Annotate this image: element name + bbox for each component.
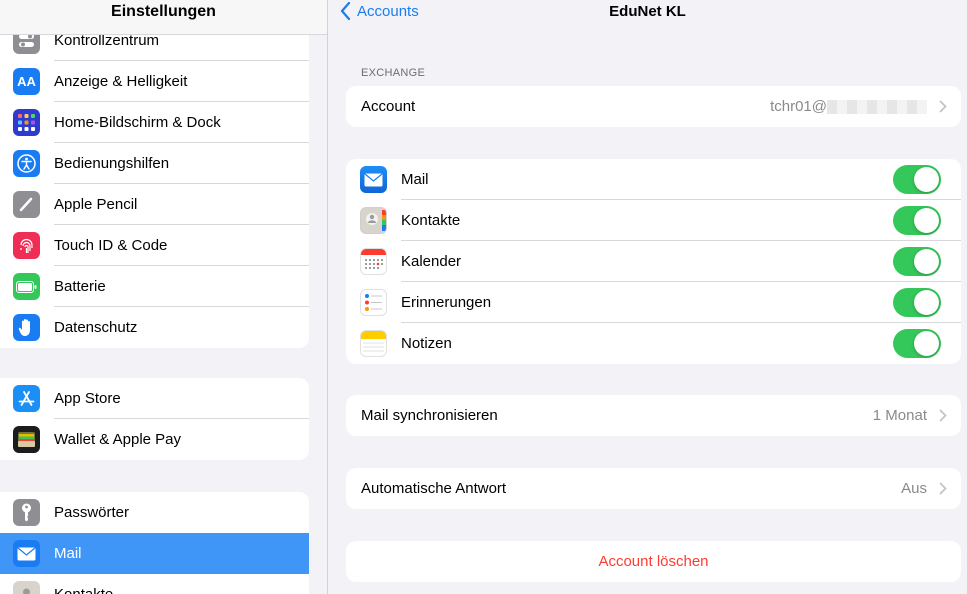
pencil-icon [13,191,40,218]
sidebar-item-label: Kontakte [54,574,113,594]
reminders-app-icon [360,289,387,316]
sidebar-item-label: Passwörter [54,504,130,521]
sidebar-item-wallet[interactable]: Wallet & Apple Pay [0,419,309,460]
accessibility-icon [13,150,40,177]
sidebar-item-label: Anzeige & Helligkeit [54,73,188,90]
fingerprint-icon [13,232,40,259]
delete-account-card: Account löschen [346,541,961,582]
sidebar-item-kontakte[interactable]: Kontakte [0,574,309,594]
app-label: Kontakte [401,212,461,229]
contacts-app-icon [360,207,387,234]
mail-app-icon [360,166,387,193]
sidebar-group-apps: Passwörter Mail Kontakte [0,492,309,594]
mail-toggle[interactable] [893,165,941,194]
sidebar-item-label: Datenschutz [54,319,138,336]
key-icon [13,499,40,526]
sidebar-item-label: Batterie [54,278,106,295]
sidebar-group-system: Kontrollzentrum AA Anzeige & Helligkeit … [0,20,309,348]
sidebar-item-app-store[interactable]: App Store [0,378,309,419]
sync-card: Mail synchronisieren 1 Monat [346,395,961,436]
calendar-toggle[interactable] [893,247,941,276]
sidebar-item-batterie[interactable]: Batterie [0,266,309,307]
display-icon: AA [13,68,40,95]
page-title: EduNet KL [609,3,686,20]
redacted-email [827,100,927,115]
sidebar-item-datenschutz[interactable]: Datenschutz [0,307,309,348]
app-row-kontakte: Kontakte [346,200,961,241]
account-card: Account tchr01@ [346,86,961,127]
reminders-toggle[interactable] [893,288,941,317]
app-label: Notizen [401,335,452,352]
notes-app-icon [360,330,387,357]
sidebar-item-bedienungshilfen[interactable]: Bedienungshilfen [0,143,309,184]
account-value: tchr01@ [770,86,927,127]
auto-reply-card: Automatische Antwort Aus [346,468,961,509]
app-store-icon [13,385,40,412]
sidebar-item-apple-pencil[interactable]: Apple Pencil [0,184,309,225]
delete-account-button[interactable]: Account löschen [346,541,961,582]
auto-reply-value: Aus [901,480,927,497]
sidebar-item-label: Apple Pencil [54,196,138,213]
chevron-right-icon [939,482,947,495]
sidebar-item-label: Touch ID & Code [54,237,168,254]
mail-icon [13,540,40,567]
sidebar-item-passwoerter[interactable]: Passwörter [0,492,309,533]
account-detail-pane: Accounts EduNet KL EXCHANGE Account tchr… [328,0,967,594]
app-label: Mail [401,171,429,188]
sidebar-item-label: Wallet & Apple Pay [54,431,182,448]
mail-sync-label: Mail synchronisieren [361,407,498,424]
sidebar-item-label: Bedienungshilfen [54,155,170,172]
sidebar-item-touch-id[interactable]: Touch ID & Code [0,225,309,266]
auto-reply-row[interactable]: Automatische Antwort Aus [346,468,961,509]
sidebar-item-label: App Store [54,390,121,407]
sidebar-item-mail[interactable]: Mail [0,533,309,574]
contacts-icon [13,581,40,594]
mail-sync-value: 1 Monat [872,407,927,424]
sidebar-item-home-bildschirm[interactable]: Home-Bildschirm & Dock [0,102,309,143]
sidebar-group-store: App Store Wallet & Apple Pay [0,378,309,460]
battery-icon [13,273,40,300]
calendar-app-icon [360,248,387,275]
account-label: Account [361,98,416,115]
notes-toggle[interactable] [893,329,941,358]
settings-sidebar: Einstellungen Kontrollzentrum AA Anzeige… [0,0,328,594]
sidebar-item-label: Mail [54,545,82,562]
contacts-toggle[interactable] [893,206,941,235]
delete-account-row: Account löschen [346,541,961,582]
app-label: Erinnerungen [401,294,492,311]
app-label: Kalender [401,253,462,270]
hand-icon [13,314,40,341]
app-row-mail: Mail [346,159,961,200]
section-header-exchange: EXCHANGE [361,67,426,79]
app-row-kalender: Kalender [346,241,961,282]
app-row-notizen: Notizen [346,323,961,364]
sidebar-item-label: Home-Bildschirm & Dock [54,114,221,131]
mail-sync-row[interactable]: Mail synchronisieren 1 Monat [346,395,961,436]
app-row-erinnerungen: Erinnerungen [346,282,961,323]
sync-apps-card: Mail Kontakte Kalender Erinnerungen Noti… [346,159,961,364]
sidebar-item-anzeige[interactable]: AA Anzeige & Helligkeit [0,61,309,102]
wallet-icon [13,426,40,453]
navigation-bar: Accounts EduNet KL [328,0,967,28]
chevron-right-icon [939,409,947,422]
home-screen-icon [13,109,40,136]
account-row[interactable]: Account tchr01@ [346,86,961,127]
sidebar-title: Einstellungen [0,0,327,35]
auto-reply-label: Automatische Antwort [361,480,507,497]
chevron-right-icon [939,100,947,113]
